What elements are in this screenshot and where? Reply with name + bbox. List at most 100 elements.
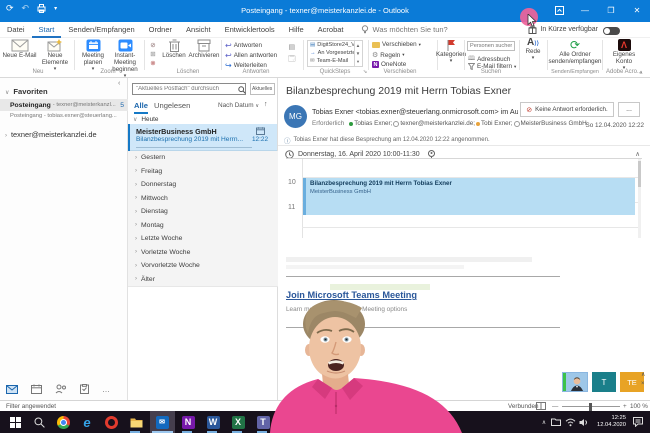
archive-button[interactable]: Archivieren [188, 39, 220, 59]
minimize-button[interactable]: — [572, 0, 598, 22]
tab-unread[interactable]: Ungelesen [154, 101, 190, 110]
find-people-input[interactable] [467, 41, 515, 51]
ignore-icon[interactable]: ⊘ [147, 41, 159, 50]
folder-inbox-meisterkanzlei[interactable]: Posteingang - texner@meisterkanzl... 5 [0, 99, 128, 111]
tell-me-box[interactable]: Was möchten Sie tun? [373, 25, 448, 34]
nav-tasks-icon[interactable] [80, 384, 89, 394]
quickstep-an-vorgesetzte[interactable]: →An Vorgesetzte(n) [308, 49, 354, 57]
group-freitag[interactable]: › Freitag [128, 164, 284, 179]
tab-senden-empfangen[interactable]: Senden/Empfangen [61, 22, 141, 38]
more-actions-button[interactable]: ... [618, 102, 640, 117]
quicksteps-dialog-launcher-icon[interactable]: ⇘ [363, 69, 367, 75]
zoom-level[interactable]: 100 % [630, 403, 648, 410]
action-center-icon[interactable] [630, 414, 646, 430]
collapse-ribbon-icon[interactable]: ∧ [639, 70, 643, 76]
group-vorletzte-woche[interactable]: › Vorletzte Woche [128, 245, 284, 260]
search-scope-dropdown[interactable]: Aktuelles Postfach▾ [250, 83, 275, 95]
collapse-folderpane-icon[interactable]: ‹ [118, 80, 120, 87]
tab-ansicht[interactable]: Ansicht [179, 22, 218, 38]
taskbar-clock[interactable]: 12:25 12.04.2020 [592, 415, 626, 429]
coming-soon-toggle[interactable] [603, 27, 620, 35]
onenote-button[interactable]: N OneNote [372, 61, 406, 68]
account-tree-item[interactable]: › texner@meisterkanzlei.de [5, 130, 97, 139]
adobe-account-button[interactable]: Λ Eigenes Konto ▾ [605, 39, 643, 72]
excel-icon[interactable]: X [230, 414, 246, 430]
red-circle-app-icon[interactable] [103, 414, 119, 430]
overlay-expand-icon[interactable]: ∧ [641, 371, 645, 378]
reply-button[interactable]: ↩ Antworten [225, 41, 262, 50]
quickstep-digistore[interactable]: ▤DigitStore24_Ve... [308, 41, 354, 49]
no-response-button[interactable]: ⊘ Keine Antwort erforderlich. [520, 102, 614, 117]
cleanup-icon[interactable]: ⊞ [147, 50, 159, 59]
zoom-slider-thumb[interactable] [589, 402, 592, 411]
sort-direction-icon[interactable]: ↑ [264, 101, 268, 108]
rules-button[interactable]: ⚙ Regeln ▾ [372, 51, 405, 60]
move-button[interactable]: Verschieben ▾ [372, 41, 421, 48]
reply-meeting-icon[interactable]: ▤ [288, 42, 296, 54]
group-aelter[interactable]: › Älter [128, 272, 284, 287]
group-donnerstag[interactable]: › Donnerstag [128, 178, 284, 193]
ribbon: Neue E-Mail Neue Elemente ▾ Neu Meeting p… [0, 38, 650, 79]
nav-mail-icon[interactable] [6, 384, 18, 394]
outlook-taskbar-icon[interactable]: ✉ [154, 414, 170, 430]
nav-people-icon[interactable] [55, 384, 67, 394]
maximize-button[interactable]: ❐ [598, 0, 624, 22]
group-dienstag[interactable]: › Dienstag [128, 205, 284, 220]
file-explorer-icon[interactable] [128, 414, 144, 430]
send-receive-all-button[interactable]: ⟳ Alle Ordner senden/empfangen [549, 39, 602, 65]
reply-im-icon[interactable]: 🗔 [288, 54, 296, 66]
calendar-scrollbar[interactable] [638, 159, 641, 238]
tab-all[interactable]: Alle [134, 101, 148, 114]
tab-ordner[interactable]: Ordner [142, 22, 179, 38]
envelope-icon [11, 39, 28, 52]
search-icon[interactable] [238, 86, 246, 94]
folder-inbox-steuerlang[interactable]: Posteingang - tobias.exner@steuerlang... [10, 113, 126, 119]
calendar-event[interactable]: Bilanzbesprechung 2019 mit Herrn Tobias … [303, 178, 635, 215]
quicksteps-scroll[interactable]: ▲ ▼ ▾ [354, 40, 363, 67]
taskbar-search-icon[interactable] [31, 414, 47, 430]
tab-hilfe[interactable]: Hilfe [282, 22, 311, 38]
read-aloud-button[interactable]: A⟩⟩ Rede ▾ [521, 38, 545, 62]
tab-datei[interactable]: Datei [0, 22, 32, 38]
group-vorvorletzte-woche[interactable]: › Vorvorletzte Woche [128, 259, 284, 274]
schedule-meeting-button[interactable]: Meeting planen ▾ [77, 39, 109, 73]
mail-list-item-selected[interactable]: MeisterBusiness GmbH Bilanzbesprechung 2… [128, 124, 277, 151]
nav-calendar-icon[interactable] [31, 384, 42, 394]
reply-all-button[interactable]: ↩ Allen antworten [225, 51, 277, 60]
tab-entwicklertools[interactable]: Entwicklertools [218, 22, 282, 38]
word-icon[interactable]: W [205, 414, 221, 430]
tray-volume-icon[interactable] [576, 414, 592, 430]
delete-button[interactable]: Löschen [160, 39, 188, 59]
group-montag[interactable]: › Montag [128, 218, 284, 233]
group-header-today[interactable]: ∨ Heute [128, 114, 277, 124]
favorites-header[interactable]: ∨ Favoriten [5, 87, 48, 96]
group-mittwoch[interactable]: › Mittwoch [128, 191, 284, 206]
categorize-button[interactable]: Kategorien ▾ [436, 39, 466, 65]
group-gestern[interactable]: › Gestern [128, 151, 284, 166]
search-input[interactable] [132, 83, 246, 95]
start-button[interactable] [7, 414, 23, 430]
zoom-out-button[interactable]: — [552, 403, 558, 410]
reading-view-icon[interactable] [536, 402, 546, 410]
new-items-button[interactable]: Neue Elemente ▾ [38, 39, 72, 73]
zoom-in-button[interactable]: + [623, 403, 627, 410]
avatar[interactable]: MG [284, 105, 307, 128]
new-email-button[interactable]: Neue E-Mail [2, 39, 37, 59]
junk-icon[interactable]: ⊗ [147, 59, 159, 68]
close-button[interactable]: ✕ [624, 0, 650, 22]
onenote-taskbar-icon[interactable]: N [180, 414, 196, 430]
quickstep-team-email[interactable]: ✉ Team-E-Mail [308, 57, 354, 65]
tab-start[interactable]: Start [32, 22, 62, 38]
collapse-calendar-icon[interactable]: ∧ [635, 150, 640, 158]
overlay-thumb-photo[interactable] [562, 372, 588, 392]
overlay-thumb-t[interactable]: T [592, 372, 616, 392]
sort-dropdown[interactable]: Nach Datum ∨ [218, 102, 259, 109]
edge-icon[interactable]: e [79, 414, 95, 430]
no-response-icon: ⊘ [526, 106, 533, 114]
overlay-close-icon[interactable]: × [641, 381, 645, 387]
ribbon-options-icon[interactable] [546, 0, 572, 22]
nav-more-icon[interactable]: … [102, 385, 110, 394]
tab-acrobat[interactable]: Acrobat [311, 22, 351, 38]
chrome-icon[interactable] [55, 414, 71, 430]
group-letzte-woche[interactable]: › Letzte Woche [128, 232, 284, 247]
